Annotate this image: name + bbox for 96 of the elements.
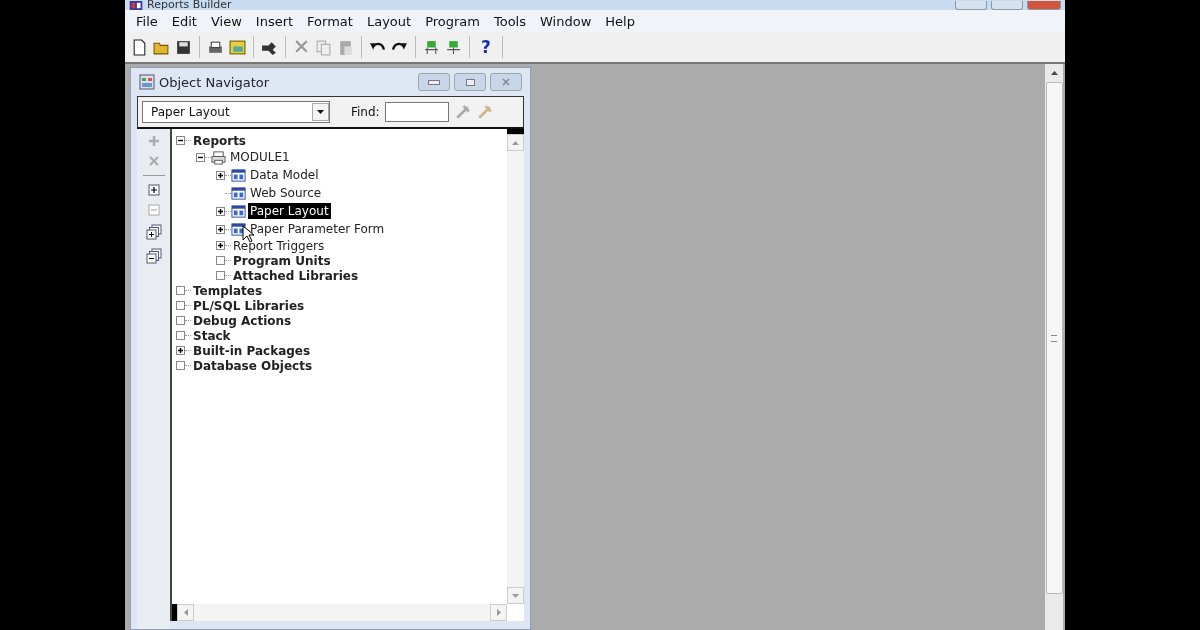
object-icon — [231, 185, 246, 201]
scroll-up-icon[interactable] — [1050, 71, 1058, 75]
menu-item[interactable]: View — [203, 13, 249, 29]
tree-line — [225, 228, 231, 230]
copy-icon[interactable] — [315, 38, 332, 56]
scrollbar[interactable] — [1045, 64, 1063, 630]
find-field[interactable] — [384, 102, 449, 122]
tree-line — [185, 320, 191, 321]
tree-item[interactable]: Paper Layout — [248, 203, 331, 219]
navigator-icon — [139, 74, 155, 90]
tree-item[interactable]: Report Triggers — [231, 237, 327, 254]
dropdown-arrow-icon — [317, 110, 324, 114]
scrollbar[interactable] — [507, 129, 524, 604]
tree-icon[interactable] — [445, 38, 462, 56]
menu-item[interactable]: Tools — [487, 13, 533, 29]
tree-item[interactable]: Paper Parameter Form — [248, 221, 387, 237]
tree-item[interactable]: Stack — [191, 327, 233, 344]
new-file-icon[interactable] — [131, 38, 148, 56]
scrollbar-marker — [507, 129, 524, 134]
tree-line — [225, 245, 231, 246]
tree-line — [225, 192, 231, 194]
scroll-right-icon[interactable] — [496, 609, 501, 616]
tree-item[interactable]: Program Units — [231, 252, 333, 269]
find-label: Find: — [351, 105, 380, 119]
tree-line — [185, 365, 191, 366]
minimize-button[interactable] — [955, 1, 987, 10]
menu-item[interactable]: Insert — [248, 13, 301, 29]
minimize-button[interactable] — [418, 73, 450, 91]
object-icon — [231, 167, 246, 183]
printer-icon — [211, 149, 226, 165]
collapse-all-icon[interactable] — [145, 248, 162, 264]
tree-item[interactable]: MODULE1 — [228, 149, 292, 165]
tree-line — [205, 156, 211, 158]
tree-line — [185, 290, 191, 291]
tree-item[interactable]: Debug Actions — [191, 312, 294, 329]
menu-item[interactable]: Program — [418, 13, 487, 29]
tree-item[interactable]: Built-in Packages — [191, 342, 313, 359]
tree-line — [225, 275, 231, 276]
tree-line — [185, 305, 191, 306]
tree-item[interactable]: Templates — [191, 282, 265, 299]
object-icon — [231, 203, 246, 219]
print-preview-icon[interactable] — [229, 38, 246, 56]
scroll-down-icon[interactable] — [512, 593, 519, 598]
restore-button[interactable] — [454, 73, 486, 91]
empty-node-icon[interactable] — [176, 361, 185, 370]
scrollbar-marker — [172, 604, 177, 621]
tree-item[interactable]: Attached Libraries — [231, 267, 361, 284]
empty-node-icon[interactable] — [176, 331, 185, 340]
expand-toggle-icon[interactable] — [216, 241, 225, 250]
tree-item[interactable]: PL/SQL Libraries — [191, 297, 307, 314]
menu-item[interactable]: Edit — [164, 13, 204, 29]
tree-item[interactable]: Web Source — [248, 185, 324, 201]
empty-node-icon[interactable] — [176, 286, 185, 295]
expand-toggle-icon[interactable] — [216, 170, 225, 180]
empty-node-icon[interactable] — [176, 301, 185, 310]
collapse-icon[interactable] — [147, 204, 160, 216]
empty-node-icon[interactable] — [216, 256, 225, 265]
tree-item[interactable]: Data Model — [248, 167, 321, 183]
collapse-toggle-icon[interactable] — [196, 152, 205, 162]
expand-toggle-icon[interactable] — [176, 346, 185, 355]
window-title: Reports Builder — [147, 0, 232, 10]
menu-item[interactable]: Format — [300, 13, 360, 29]
add-icon[interactable] — [147, 135, 160, 147]
expand-icon[interactable] — [147, 184, 160, 196]
expand-toggle-icon[interactable] — [216, 206, 225, 216]
close-icon — [501, 78, 511, 86]
menu-item[interactable]: File — [129, 13, 165, 29]
tree-line — [185, 335, 191, 336]
tree-item[interactable]: Database Objects — [191, 357, 315, 374]
tree-line — [225, 260, 231, 261]
paste-icon[interactable] — [337, 38, 354, 56]
maximize-button[interactable] — [991, 1, 1023, 10]
app-icon — [129, 1, 143, 10]
empty-node-icon[interactable] — [216, 271, 225, 280]
menu-item[interactable]: Layout — [359, 13, 419, 29]
help-button[interactable]: ? — [477, 37, 495, 57]
tree-line — [225, 174, 231, 176]
menu-item[interactable]: Help — [598, 13, 642, 29]
tree-line — [185, 140, 191, 141]
tree-icon[interactable] — [423, 38, 440, 56]
tree-line — [225, 210, 231, 212]
expand-toggle-icon[interactable] — [216, 224, 225, 234]
empty-node-icon[interactable] — [176, 316, 185, 325]
tree-item[interactable]: Reports — [191, 132, 248, 149]
delete-icon[interactable] — [147, 155, 160, 167]
expand-all-icon[interactable] — [145, 224, 162, 240]
scroll-left-icon[interactable] — [183, 609, 188, 616]
window-title: Object Navigator — [159, 74, 270, 90]
scrollbar-corner — [507, 604, 524, 621]
collapse-toggle-icon[interactable] — [176, 136, 185, 145]
tree-line — [185, 350, 191, 351]
close-button[interactable] — [490, 73, 522, 91]
scrollbar[interactable] — [172, 604, 524, 621]
save-icon[interactable] — [175, 38, 192, 56]
view-dropdown[interactable]: Paper Layout — [142, 101, 330, 123]
menu-item[interactable]: Window — [533, 13, 599, 29]
